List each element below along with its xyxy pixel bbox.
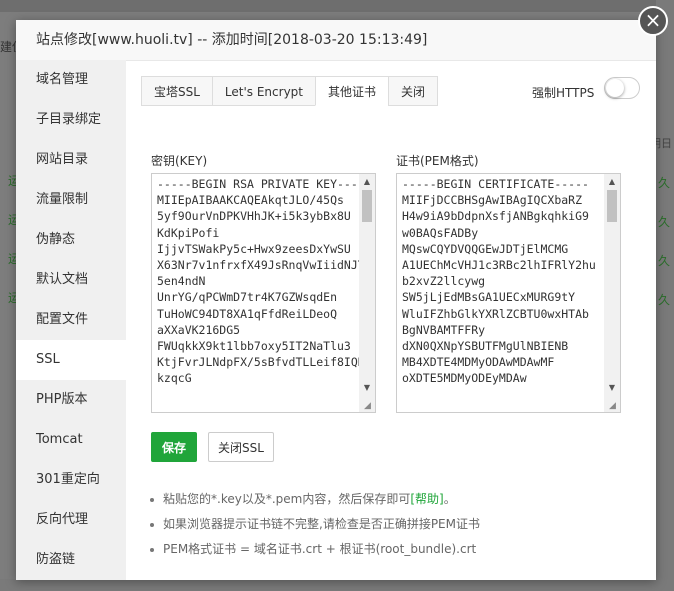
save-button[interactable]: 保存 (151, 432, 197, 462)
key-field-label: 密钥(KEY) (151, 154, 208, 168)
background-bottom-bar (0, 579, 674, 591)
sidebar-item-php-version[interactable]: PHP版本 (16, 380, 126, 420)
background-top-bar (0, 0, 674, 12)
force-https-toggle[interactable] (604, 77, 640, 99)
background-right-mark: 久 (657, 176, 670, 190)
key-scrollbar[interactable]: ▲ ▼ (359, 174, 375, 412)
scroll-down-icon[interactable]: ▼ (359, 380, 375, 396)
tip-item: 如果浏览器提示证书链不完整,请检查是否正确拼接PEM证书 (150, 512, 480, 537)
scroll-up-icon[interactable]: ▲ (604, 174, 620, 190)
scroll-down-icon[interactable]: ▼ (604, 380, 620, 396)
bullet-icon (150, 497, 154, 502)
force-https-label: 强制HTTPS (532, 86, 595, 100)
sidebar-item-subdirectory-binding[interactable]: 子目录绑定 (16, 100, 126, 140)
close-icon[interactable]: × (638, 6, 668, 36)
sidebar-item-tomcat[interactable]: Tomcat (16, 420, 126, 460)
tip-text: 如果浏览器提示证书链不完整,请检查是否正确拼接PEM证书 (163, 517, 480, 531)
toggle-knob (606, 79, 624, 97)
sidebar-item-301-redirect[interactable]: 301重定向 (16, 460, 126, 500)
tip-item: PEM格式证书 = 域名证书.crt + 根证书(root_bundle).cr… (150, 537, 480, 562)
cert-textarea-content: -----BEGIN CERTIFICATE----- MIIFjDCCBHSg… (402, 177, 596, 386)
settings-sidebar: 域名管理 子目录绑定 网站目录 流量限制 伪静态 默认文档 配置文件 SSL P… (16, 60, 126, 580)
scroll-thumb[interactable] (362, 190, 372, 222)
sidebar-item-site-directory[interactable]: 网站目录 (16, 140, 126, 180)
sidebar-item-ssl[interactable]: SSL (16, 340, 126, 380)
tip-suffix: 。 (443, 492, 456, 506)
close-ssl-button[interactable]: 关闭SSL (208, 432, 274, 462)
sidebar-item-rewrite[interactable]: 伪静态 (16, 220, 126, 260)
tab-lets-encrypt[interactable]: Let's Encrypt (211, 76, 316, 106)
background-right-mark: 久 (657, 293, 670, 307)
tip-item: 粘贴您的*.key以及*.pem内容，然后保存即可[帮助]。 (150, 487, 480, 512)
tips-list: 粘贴您的*.key以及*.pem内容，然后保存即可[帮助]。 如果浏览器提示证书… (150, 487, 480, 562)
sidebar-item-hotlink-protection[interactable]: 防盗链 (16, 540, 126, 580)
ssl-tabs: 宝塔SSL Let's Encrypt 其他证书 关闭 (141, 76, 439, 106)
tab-baota-ssl[interactable]: 宝塔SSL (141, 76, 213, 106)
tab-other-certificate[interactable]: 其他证书 (315, 76, 390, 106)
resize-grip-icon[interactable]: ◢ (364, 401, 374, 411)
sidebar-item-traffic-limit[interactable]: 流量限制 (16, 180, 126, 220)
sidebar-item-domains[interactable]: 域名管理 (16, 60, 126, 100)
scroll-up-icon[interactable]: ▲ (359, 174, 375, 190)
help-link[interactable]: [帮助] (410, 492, 443, 506)
bullet-icon (150, 547, 154, 552)
scroll-thumb[interactable] (607, 190, 617, 222)
resize-grip-icon[interactable]: ◢ (609, 401, 619, 411)
tab-close[interactable]: 关闭 (388, 76, 439, 106)
sidebar-item-reverse-proxy[interactable]: 反向代理 (16, 500, 126, 540)
site-settings-dialog: 站点修改[www.huoli.tv] -- 添加时间[2018-03-20 15… (16, 20, 656, 580)
key-textarea[interactable]: -----BEGIN RSA PRIVATE KEY----- MIIEpAIB… (151, 173, 376, 413)
background-right-mark: 久 (657, 254, 670, 268)
tip-text: 粘贴您的*.key以及*.pem内容，然后保存即可 (163, 492, 411, 506)
cert-field-label: 证书(PEM格式) (396, 154, 479, 168)
cert-textarea[interactable]: -----BEGIN CERTIFICATE----- MIIFjDCCBHSg… (396, 173, 621, 413)
cert-scrollbar[interactable]: ▲ ▼ (604, 174, 620, 412)
ssl-panel: 宝塔SSL Let's Encrypt 其他证书 关闭 强制HTTPS 密钥(K… (126, 60, 656, 580)
dialog-title: 站点修改[www.huoli.tv] -- 添加时间[2018-03-20 15… (16, 20, 656, 61)
sidebar-item-default-document[interactable]: 默认文档 (16, 260, 126, 300)
bullet-icon (150, 522, 154, 527)
background-right-mark: 久 (657, 215, 670, 229)
key-textarea-content: -----BEGIN RSA PRIVATE KEY----- MIIEpAIB… (157, 177, 372, 386)
sidebar-item-config-file[interactable]: 配置文件 (16, 300, 126, 340)
tip-text: PEM格式证书 = 域名证书.crt + 根证书(root_bundle).cr… (163, 542, 477, 556)
